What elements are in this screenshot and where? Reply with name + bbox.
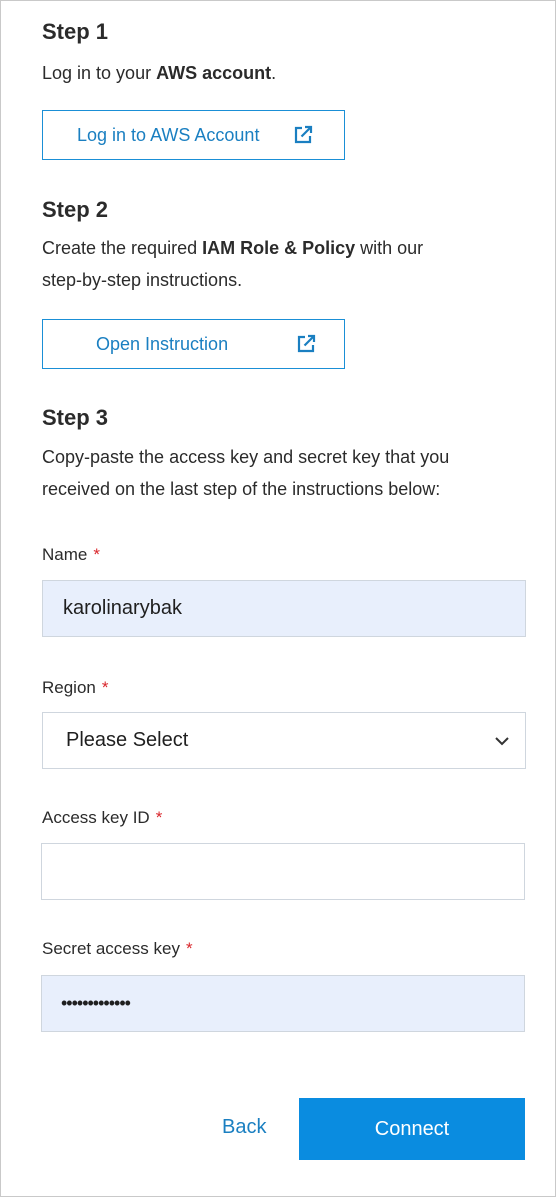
external-link-icon [294,125,313,144]
secret-access-key-input-value: ••••••••••••• [61,993,131,1013]
region-label-text: Region [42,678,96,697]
step-2-text-end: with our [355,238,424,258]
secret-access-key-label-text: Secret access key [42,939,180,958]
step-3-description: Copy-paste the access key and secret key… [42,441,449,505]
access-key-id-label: Access key ID * [42,808,162,828]
step-1-text-bold: AWS account [156,63,272,83]
step-3-text-line1: Copy-paste the access key and secret key… [42,447,450,467]
secret-access-key-input[interactable]: ••••••••••••• [41,975,525,1032]
step-3-title: Step 3 [42,405,109,430]
external-link-icon [297,334,316,353]
connect-button-label: Connect [374,1117,450,1140]
required-marker: * [93,545,100,564]
step-1-description: Log in to your AWS account. [42,57,276,89]
step-2-text: Create the required [42,238,203,258]
name-input-value: karolinarybak [63,597,182,619]
connect-aws-panel: Step 1 Log in to your AWS account. Log i… [0,0,556,1197]
step-2-text-line2: step-by-step instructions. [42,270,243,290]
step-2-text-bold: IAM Role & Policy [202,238,356,258]
step-1-title: Step 1 [42,19,109,44]
region-label: Region * [42,678,109,698]
back-button[interactable]: Back [222,1116,266,1139]
required-marker: * [185,939,193,958]
login-aws-account-label: Log in to AWS Account [77,125,260,145]
open-instruction-label: Open Instruction [96,334,229,354]
secret-access-key-label: Secret access key * [42,939,193,959]
name-label-text: Name [42,545,88,564]
login-aws-account-button[interactable]: Log in to AWS Account [42,110,345,160]
access-key-id-input[interactable] [41,843,525,900]
name-label: Name * [42,545,100,565]
name-input[interactable]: karolinarybak [42,580,526,637]
region-select[interactable]: Please Select [42,712,526,769]
region-select-value: Please Select [66,729,189,751]
step-2-title: Step 2 [42,197,109,222]
required-marker: * [155,808,163,827]
step-1-text-end: . [271,63,277,83]
step-2-description: Create the required IAM Role & Policy wi… [42,232,423,296]
step-1-text: Log in to your [42,63,157,83]
open-instruction-button[interactable]: Open Instruction [42,319,345,369]
required-marker: * [101,678,109,697]
connect-button[interactable]: Connect [299,1098,525,1160]
step-3-text-line2: received on the last step of the instruc… [42,479,441,499]
access-key-id-label-text: Access key ID [42,808,150,827]
chevron-down-icon [495,737,509,746]
